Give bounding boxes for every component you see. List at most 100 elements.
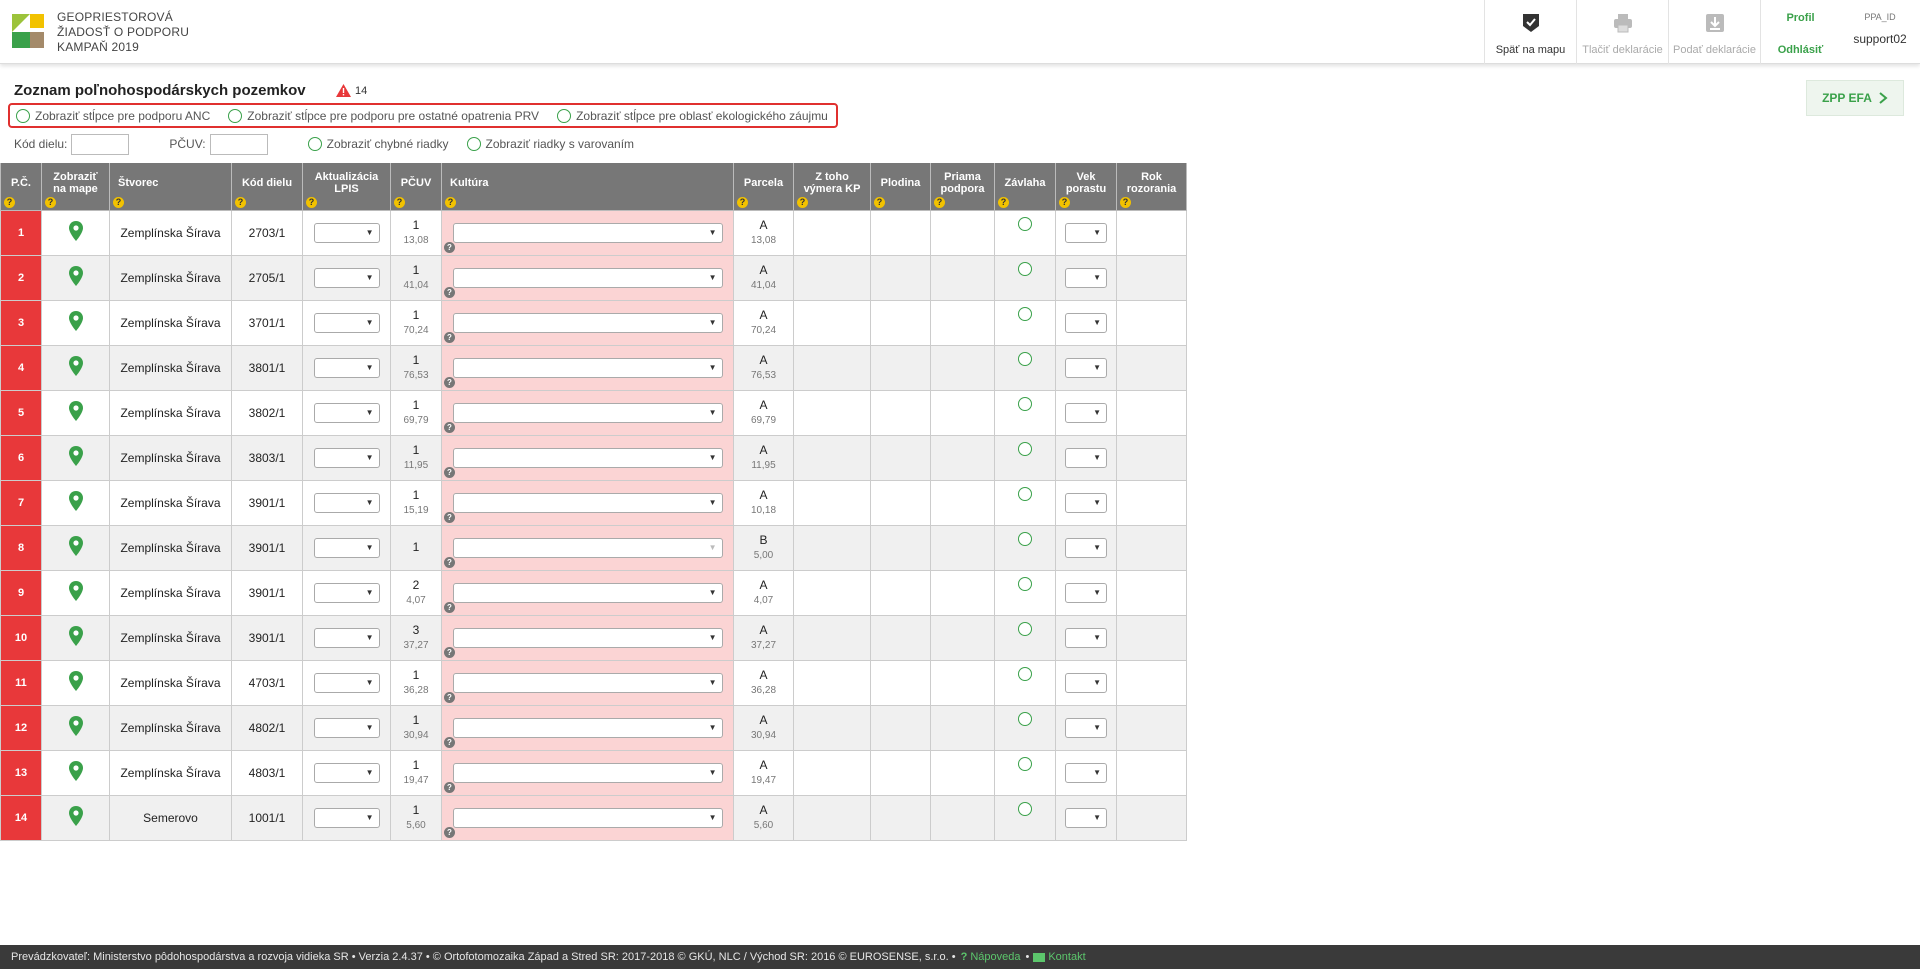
- question-icon[interactable]: ?: [444, 511, 455, 523]
- kultura-select[interactable]: [452, 312, 723, 333]
- vek-select[interactable]: [1065, 402, 1107, 423]
- vek-select[interactable]: [1065, 447, 1107, 468]
- question-icon[interactable]: ?: [444, 421, 455, 433]
- lpis-select[interactable]: [313, 267, 380, 288]
- zavlaha-toggle[interactable]: [1018, 306, 1032, 321]
- show-on-map-button[interactable]: [41, 479, 110, 526]
- question-icon[interactable]: ?: [444, 826, 455, 838]
- vek-select[interactable]: [1065, 627, 1107, 648]
- vek-select[interactable]: [1065, 222, 1107, 243]
- kod-dielu-input[interactable]: [71, 133, 130, 155]
- pcuv-input[interactable]: [209, 133, 268, 155]
- kultura-select[interactable]: [452, 582, 723, 603]
- question-icon[interactable]: ?: [394, 196, 405, 208]
- lpis-select[interactable]: [313, 627, 380, 648]
- zavlaha-toggle[interactable]: [1018, 486, 1032, 501]
- toggle-prv[interactable]: Zobraziť stĺpce pre podporu pre ostatné …: [228, 108, 539, 123]
- show-on-map-button[interactable]: [41, 704, 110, 751]
- back-to-map-button[interactable]: Späť na mapu: [1484, 0, 1576, 64]
- lpis-select[interactable]: [313, 582, 380, 603]
- zavlaha-toggle[interactable]: [1018, 351, 1032, 366]
- question-icon[interactable]: ?: [444, 556, 455, 568]
- question-icon[interactable]: ?: [934, 196, 945, 208]
- question-icon[interactable]: ?: [444, 376, 455, 388]
- vek-select[interactable]: [1065, 492, 1107, 513]
- show-on-map-button[interactable]: [41, 434, 110, 481]
- show-on-map-button[interactable]: [41, 299, 110, 346]
- lpis-select[interactable]: [313, 672, 380, 693]
- vek-select[interactable]: [1065, 312, 1107, 333]
- vek-select[interactable]: [1065, 357, 1107, 378]
- question-icon[interactable]: ?: [45, 196, 56, 208]
- kultura-select[interactable]: [452, 627, 723, 648]
- lpis-select[interactable]: [313, 717, 380, 738]
- zavlaha-toggle[interactable]: [1018, 801, 1032, 816]
- kultura-select[interactable]: [452, 762, 723, 783]
- vek-select[interactable]: [1065, 762, 1107, 783]
- logout-link[interactable]: Odhlásiť: [1761, 44, 1840, 56]
- question-icon[interactable]: ?: [444, 781, 455, 793]
- show-on-map-button[interactable]: [41, 614, 110, 661]
- zavlaha-toggle[interactable]: [1018, 441, 1032, 456]
- show-on-map-button[interactable]: [41, 794, 110, 841]
- show-on-map-button[interactable]: [41, 389, 110, 436]
- vek-select[interactable]: [1065, 717, 1107, 738]
- show-on-map-button[interactable]: [41, 524, 110, 571]
- kultura-select[interactable]: [452, 717, 723, 738]
- question-icon[interactable]: ?: [444, 736, 455, 748]
- show-on-map-button[interactable]: [41, 344, 110, 391]
- question-icon[interactable]: ?: [4, 196, 15, 208]
- lpis-select[interactable]: [313, 447, 380, 468]
- vek-select[interactable]: [1065, 582, 1107, 603]
- toggle-efa[interactable]: Zobraziť stĺpce pre oblasť ekologického …: [557, 108, 828, 123]
- kultura-select[interactable]: [452, 537, 723, 558]
- question-icon[interactable]: ?: [306, 196, 317, 208]
- question-icon[interactable]: ?: [444, 331, 455, 343]
- toggle-anc[interactable]: Zobraziť stĺpce pre podporu ANC: [16, 108, 210, 123]
- kultura-select[interactable]: [452, 222, 723, 243]
- question-icon[interactable]: ?: [874, 196, 885, 208]
- vek-select[interactable]: [1065, 807, 1107, 828]
- kultura-select[interactable]: [452, 447, 723, 468]
- help-link[interactable]: Nápoveda: [970, 951, 1020, 963]
- kultura-select[interactable]: [452, 402, 723, 423]
- kultura-select[interactable]: [452, 267, 723, 288]
- question-icon[interactable]: ?: [444, 646, 455, 658]
- zavlaha-toggle[interactable]: [1018, 756, 1032, 771]
- show-on-map-button[interactable]: [41, 254, 110, 301]
- submit-declaration-button[interactable]: Podať deklarácie: [1668, 0, 1760, 64]
- zavlaha-toggle[interactable]: [1018, 396, 1032, 411]
- kultura-select[interactable]: [452, 672, 723, 693]
- question-icon[interactable]: ?: [235, 196, 246, 208]
- zavlaha-toggle[interactable]: [1018, 576, 1032, 591]
- question-icon[interactable]: ?: [444, 241, 455, 253]
- question-icon[interactable]: ?: [797, 196, 808, 208]
- print-declaration-button[interactable]: Tlačiť deklarácie: [1576, 0, 1668, 64]
- lpis-select[interactable]: [313, 492, 380, 513]
- toggle-warning-rows[interactable]: Zobraziť riadky s varovaním: [466, 137, 634, 151]
- contact-link[interactable]: Kontakt: [1048, 951, 1085, 963]
- question-icon[interactable]: ?: [737, 196, 748, 208]
- lpis-select[interactable]: [313, 537, 380, 558]
- lpis-select[interactable]: [313, 312, 380, 333]
- zavlaha-toggle[interactable]: [1018, 711, 1032, 726]
- profile-link[interactable]: Profil: [1761, 12, 1840, 24]
- lpis-select[interactable]: [313, 357, 380, 378]
- lpis-select[interactable]: [313, 402, 380, 423]
- kultura-select[interactable]: [452, 807, 723, 828]
- zavlaha-toggle[interactable]: [1018, 666, 1032, 681]
- question-icon[interactable]: ?: [444, 466, 455, 478]
- zavlaha-toggle[interactable]: [1018, 531, 1032, 546]
- zpp-efa-button[interactable]: ZPP EFA: [1806, 80, 1904, 116]
- show-on-map-button[interactable]: [41, 749, 110, 796]
- zavlaha-toggle[interactable]: [1018, 621, 1032, 636]
- toggle-error-rows[interactable]: Zobraziť chybné riadky: [307, 137, 449, 151]
- question-icon[interactable]: ?: [444, 601, 455, 613]
- vek-select[interactable]: [1065, 537, 1107, 558]
- lpis-select[interactable]: [313, 222, 380, 243]
- show-on-map-button[interactable]: [41, 209, 110, 256]
- zavlaha-toggle[interactable]: [1018, 261, 1032, 276]
- vek-select[interactable]: [1065, 267, 1107, 288]
- show-on-map-button[interactable]: [41, 569, 110, 616]
- show-on-map-button[interactable]: [41, 659, 110, 706]
